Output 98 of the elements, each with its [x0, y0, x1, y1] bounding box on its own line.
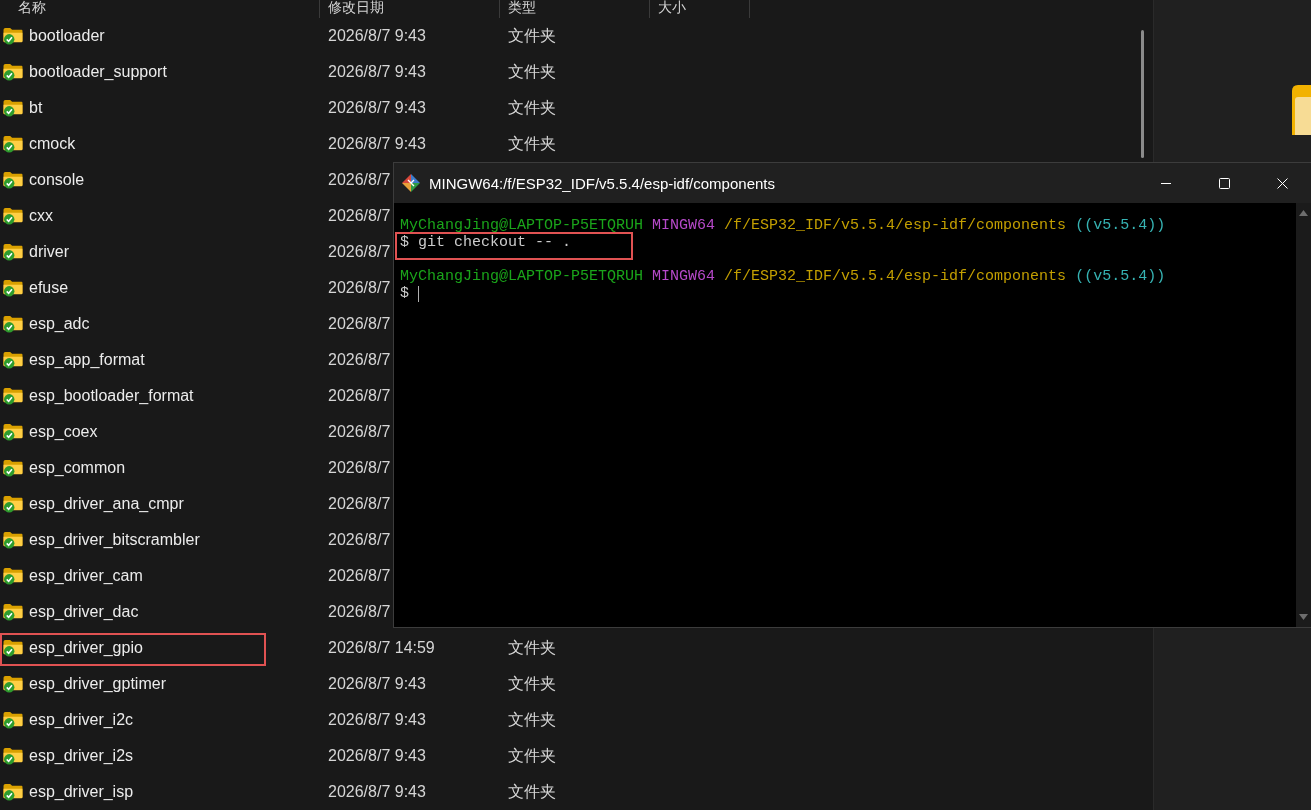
prompt-sign: $ — [400, 234, 409, 251]
folder-check-icon — [3, 783, 23, 801]
item-type: 文件夹 — [508, 26, 556, 44]
item-type: 文件夹 — [508, 782, 556, 800]
item-type: 文件夹 — [508, 134, 556, 152]
modified-date: 2026/8/7 14:59 — [328, 639, 435, 656]
folder-icon — [1292, 85, 1311, 135]
folder-name[interactable]: esp_driver_gpio — [29, 639, 143, 657]
folder-check-icon — [3, 387, 23, 405]
column-header[interactable]: 大小 — [650, 0, 750, 18]
modified-date: 2026/8/7 — [328, 279, 391, 296]
prompt-sign: $ — [400, 285, 409, 302]
folder-check-icon — [3, 351, 23, 369]
prompt-branch: ((v5.5.4)) — [1075, 268, 1166, 285]
folder-name[interactable]: esp_driver_i2s — [29, 747, 134, 765]
modified-date: 2026/8/7 — [328, 423, 391, 440]
folder-name[interactable]: esp_app_format — [29, 351, 145, 369]
folder-check-icon — [3, 315, 23, 333]
folder-name[interactable]: bootloader_support — [29, 63, 167, 81]
column-header[interactable]: 修改日期 — [320, 0, 500, 18]
prompt-path: /f/ESP32_IDF/v5.5.4/esp-idf/components — [724, 217, 1067, 234]
close-icon — [1276, 177, 1288, 189]
scrollbar-thumb[interactable] — [1141, 30, 1144, 158]
modified-date: 2026/8/7 9:43 — [328, 99, 426, 116]
modified-date: 2026/8/7 9:43 — [328, 63, 426, 80]
folder-check-icon — [3, 495, 23, 513]
folder-name[interactable]: esp_common — [29, 459, 126, 477]
modified-date: 2026/8/7 — [328, 567, 391, 584]
modified-date: 2026/8/7 — [328, 495, 391, 512]
folder-name[interactable]: esp_driver_i2c — [29, 711, 134, 729]
modified-date: 2026/8/7 — [328, 351, 391, 368]
folder-check-icon — [3, 27, 23, 45]
folder-name[interactable]: console — [29, 171, 85, 189]
modified-date: 2026/8/7 — [328, 243, 391, 260]
modified-date: 2026/8/7 9:43 — [328, 711, 426, 728]
folder-name[interactable]: esp_bootloader_format — [29, 387, 194, 405]
item-type: 文件夹 — [508, 98, 556, 116]
folder-check-icon — [3, 243, 23, 261]
prompt-system: MINGW64 — [652, 217, 716, 234]
modified-date: 2026/8/7 — [328, 459, 391, 476]
item-type: 文件夹 — [508, 674, 556, 692]
modified-date: 2026/8/7 — [328, 207, 391, 224]
folder-name[interactable]: esp_coex — [29, 423, 98, 441]
folder-check-icon — [3, 711, 23, 729]
folder-name[interactable]: esp_driver_bitscrambler — [29, 531, 200, 549]
folder-name[interactable]: esp_driver_cam — [29, 567, 143, 585]
column-header[interactable]: 类型 — [500, 0, 650, 18]
folder-name[interactable]: cxx — [29, 207, 53, 225]
folder-name[interactable]: esp_adc — [29, 315, 90, 333]
item-type: 文件夹 — [508, 746, 556, 764]
item-type: 文件夹 — [508, 62, 556, 80]
folder-name[interactable]: efuse — [29, 279, 69, 297]
folder-check-icon — [3, 459, 23, 477]
maximize-icon — [1218, 177, 1230, 189]
up-arrow-icon[interactable] — [1299, 210, 1308, 216]
folder-check-icon — [3, 675, 23, 693]
prompt-system: MINGW64 — [652, 268, 716, 285]
prompt-path: /f/ESP32_IDF/v5.5.4/esp-idf/components — [724, 268, 1067, 285]
down-arrow-icon[interactable] — [1299, 614, 1308, 620]
folder-name[interactable]: bt — [29, 99, 43, 117]
item-type: 文件夹 — [508, 638, 556, 656]
folder-check-icon — [3, 747, 23, 765]
folder-check-icon — [3, 639, 23, 657]
modified-date: 2026/8/7 — [328, 531, 391, 548]
modified-date: 2026/8/7 — [328, 387, 391, 404]
folder-name[interactable]: esp_driver_dac — [29, 603, 139, 621]
command-text: git checkout -- . — [418, 234, 572, 251]
folder-name[interactable]: cmock — [29, 135, 76, 153]
folder-name[interactable]: esp_driver_gptimer — [29, 675, 166, 693]
folder-name[interactable]: esp_driver_isp — [29, 783, 134, 801]
window-title: MINGW64:/f/ESP32_IDF/v5.5.4/esp-idf/components — [429, 174, 776, 192]
folder-check-icon — [3, 279, 23, 297]
column-header[interactable]: 名称 — [0, 0, 320, 18]
diamond-icon — [402, 174, 420, 192]
modified-date: 2026/8/7 — [328, 171, 391, 188]
modified-date: 2026/8/7 9:43 — [328, 747, 426, 764]
prompt-user: MyChangJing@LAPTOP-P5ETQRUH — [400, 268, 644, 285]
item-type: 文件夹 — [508, 710, 556, 728]
modified-date: 2026/8/7 9:43 — [328, 675, 426, 692]
folder-check-icon — [3, 531, 23, 549]
folder-name[interactable]: bootloader — [29, 27, 105, 45]
prompt-user: MyChangJing@LAPTOP-P5ETQRUH — [400, 217, 644, 234]
folder-check-icon — [3, 135, 23, 153]
folder-name[interactable]: esp_driver_ana_cmpr — [29, 495, 184, 513]
modified-date: 2026/8/7 — [328, 315, 391, 332]
folder-check-icon — [3, 567, 23, 585]
prompt-branch: ((v5.5.4)) — [1075, 217, 1166, 234]
modified-date: 2026/8/7 9:43 — [328, 27, 426, 44]
modified-date: 2026/8/7 9:43 — [328, 783, 426, 800]
modified-date: 2026/8/7 — [328, 603, 391, 620]
folder-name[interactable]: driver — [29, 243, 69, 261]
folder-check-icon — [3, 603, 23, 621]
folder-check-icon — [3, 63, 23, 81]
folder-check-icon — [3, 171, 23, 189]
folder-check-icon — [3, 207, 23, 225]
folder-check-icon — [3, 99, 23, 117]
folder-check-icon — [3, 423, 23, 441]
modified-date: 2026/8/7 9:43 — [328, 135, 426, 152]
